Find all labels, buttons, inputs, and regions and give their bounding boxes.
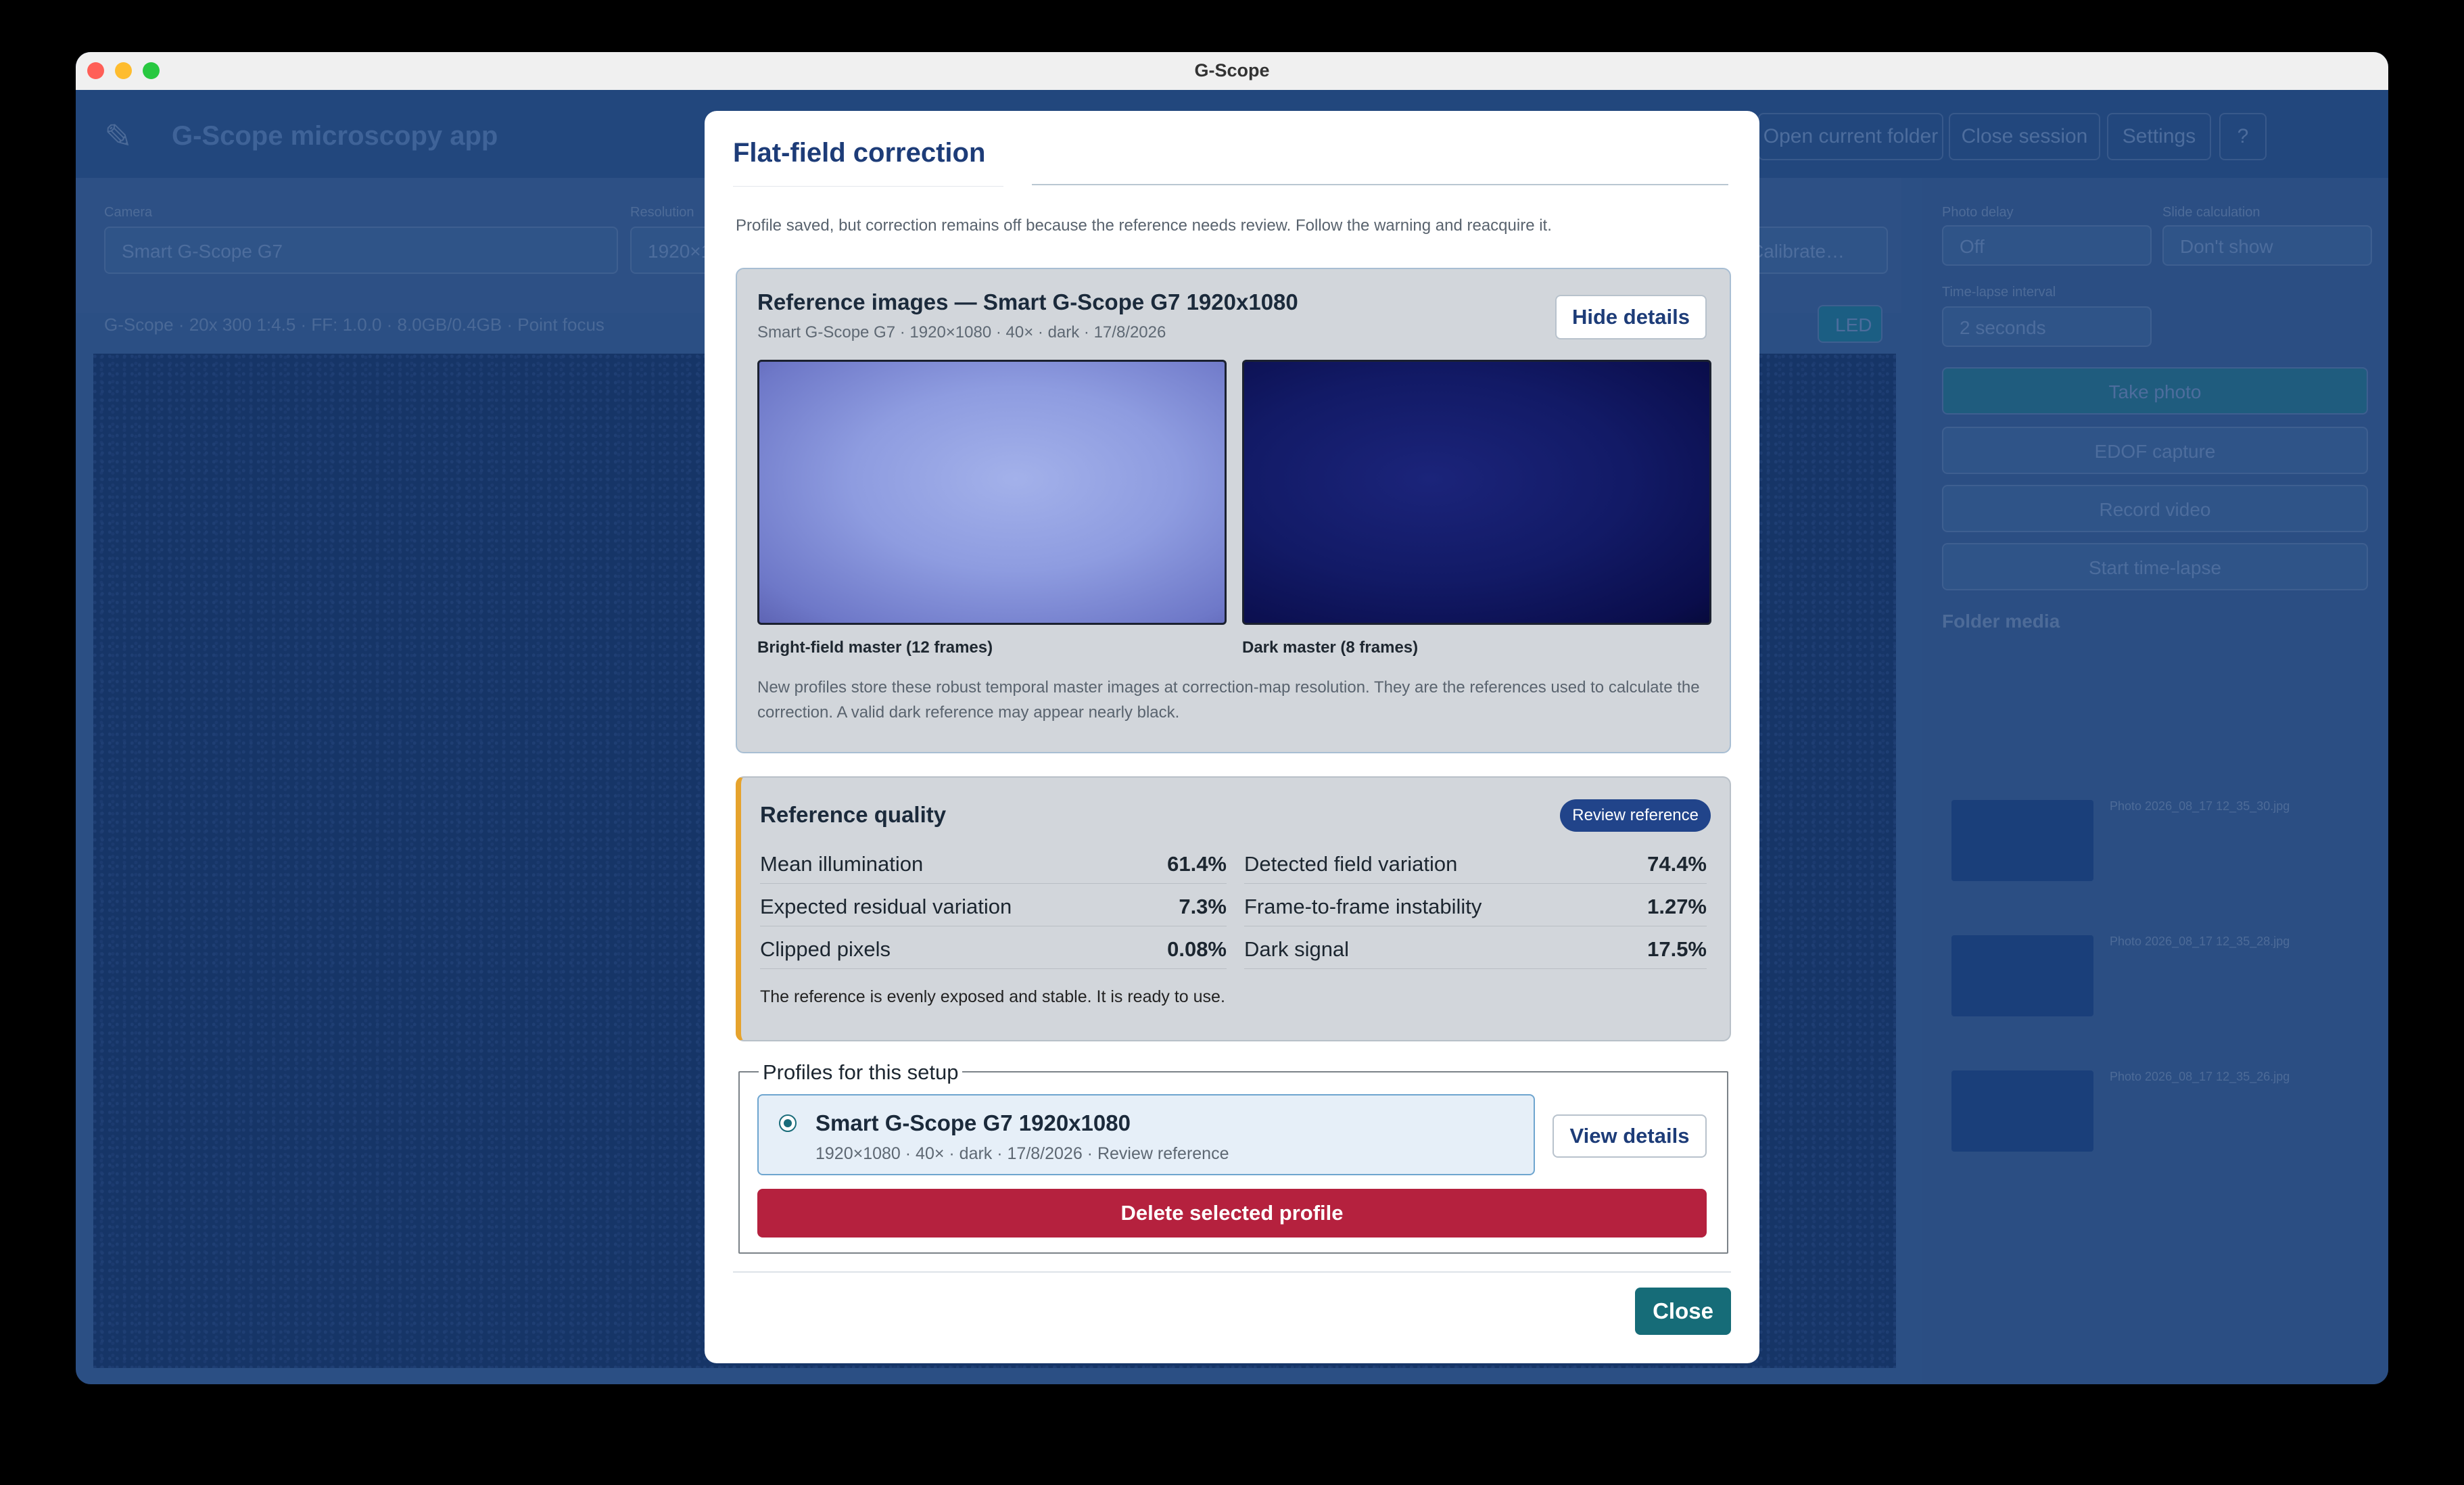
title-bar: G-Scope xyxy=(76,52,2388,91)
dialog-title: Flat-field correction xyxy=(733,138,986,168)
timelapse-button[interactable]: Start time-lapse xyxy=(1942,543,2368,590)
metric-value: 0.08% xyxy=(1167,937,1227,961)
open-folder-button[interactable]: Open current folder xyxy=(1758,113,1943,160)
bright-field-master-image xyxy=(757,360,1227,625)
dark-master-image xyxy=(1242,360,1711,625)
quality-note: The reference is evenly exposed and stab… xyxy=(760,987,1225,1006)
metric-frame-instability: Frame-to-frame instability 1.27% xyxy=(1244,884,1707,926)
profiles-legend: Profiles for this setup xyxy=(759,1060,963,1085)
metric-mean-illumination: Mean illumination 61.4% xyxy=(760,841,1227,884)
dark-master-caption: Dark master (8 frames) xyxy=(1242,638,1419,657)
metric-value: 61.4% xyxy=(1167,852,1227,876)
media-item-name: Photo 2026_08_17 12_35_26.jpg xyxy=(2110,1070,2290,1083)
led-toggle[interactable]: LED xyxy=(1818,305,1882,343)
photo-delay-label: Photo delay xyxy=(1942,205,2014,220)
flat-field-dialog: Flat-field correction Profile saved, but… xyxy=(705,111,1759,1363)
close-button[interactable]: Close xyxy=(1635,1288,1731,1335)
resolution-label: Resolution xyxy=(630,205,694,220)
microscope-icon: ✎ xyxy=(104,118,133,156)
take-photo-button[interactable]: Take photo xyxy=(1942,367,2368,415)
help-button[interactable]: ? xyxy=(2219,113,2267,160)
metric-label: Dark signal xyxy=(1244,937,1350,961)
interval-select[interactable]: 2 seconds xyxy=(1942,306,2152,347)
metric-label: Expected residual variation xyxy=(760,895,1012,918)
delete-profile-button[interactable]: Delete selected profile xyxy=(757,1189,1707,1238)
hide-details-button[interactable]: Hide details xyxy=(1555,295,1707,339)
media-item-name: Photo 2026_08_17 12_35_28.jpg xyxy=(2110,935,2290,948)
metric-clipped-pixels: Clipped pixels 0.08% xyxy=(760,926,1227,969)
quality-title: Reference quality xyxy=(760,802,947,827)
metric-detected-field-variation: Detected field variation 74.4% xyxy=(1244,841,1707,884)
reference-note: New profiles store these robust temporal… xyxy=(757,678,1700,722)
metric-label: Detected field variation xyxy=(1244,852,1458,876)
metric-expected-residual-variation: Expected residual variation 7.3% xyxy=(760,884,1227,926)
edof-button[interactable]: EDOF capture xyxy=(1942,427,2368,474)
slide-calc-label: Slide calculation xyxy=(2162,205,2260,220)
camera-label: Camera xyxy=(104,205,153,220)
settings-button[interactable]: Settings xyxy=(2107,113,2211,160)
reference-subtitle: Smart G-Scope G7 · 1920×1080 · 40× · dar… xyxy=(757,323,1166,341)
radio-selected-dot xyxy=(784,1119,792,1127)
metric-value: 17.5% xyxy=(1647,937,1707,961)
profile-details: 1920×1080 · 40× · dark · 17/8/2026 · Rev… xyxy=(815,1144,1229,1163)
status-message: Profile saved, but correction remains of… xyxy=(736,216,1552,235)
reference-title: Reference images — Smart G-Scope G7 1920… xyxy=(757,289,1298,314)
slide-calc-select[interactable]: Don't show xyxy=(2162,225,2372,266)
metric-dark-signal: Dark signal 17.5% xyxy=(1244,926,1707,969)
metric-label: Frame-to-frame instability xyxy=(1244,895,1482,918)
interval-label: Time-lapse interval xyxy=(1942,285,2056,300)
media-thumbnail[interactable] xyxy=(1951,935,2093,1016)
close-session-button[interactable]: Close session xyxy=(1949,113,2100,160)
reference-images-panel: Reference images — Smart G-Scope G7 1920… xyxy=(736,268,1731,753)
media-thumbnail[interactable] xyxy=(1951,1070,2093,1152)
status-line: G-Scope · 20x 300 1:4.5 · FF: 1.0.0 · 8.… xyxy=(104,314,605,335)
metric-label: Clipped pixels xyxy=(760,937,891,961)
profile-name: Smart G-Scope G7 1920x1080 xyxy=(815,1110,1131,1135)
photo-delay-select[interactable]: Off xyxy=(1942,225,2152,266)
view-details-button[interactable]: View details xyxy=(1553,1114,1707,1158)
metric-value: 1.27% xyxy=(1647,895,1707,918)
footer-divider xyxy=(733,1271,1731,1273)
review-reference-badge: Review reference xyxy=(1560,799,1711,832)
profile-option[interactable]: Smart G-Scope G7 1920x1080 1920×1080 · 4… xyxy=(757,1094,1535,1175)
profile-radio[interactable] xyxy=(779,1114,797,1132)
media-thumbnail[interactable] xyxy=(1951,800,2093,881)
record-video-button[interactable]: Record video xyxy=(1942,485,2368,532)
media-item-name: Photo 2026_08_17 12_35_30.jpg xyxy=(2110,799,2290,813)
sidebar: Photo delay Off Slide calculation Don't … xyxy=(1922,178,2388,1384)
reference-quality-panel: Reference quality Review reference Mean … xyxy=(736,776,1731,1041)
bright-field-caption: Bright-field master (12 frames) xyxy=(757,638,993,657)
title-divider xyxy=(733,186,1003,187)
app-title: G-Scope microscopy app xyxy=(172,121,498,151)
title-divider xyxy=(1032,184,1728,185)
camera-select[interactable]: Smart G-Scope G7 xyxy=(104,227,618,274)
metric-value: 74.4% xyxy=(1647,852,1707,876)
folder-media-heading: Folder media xyxy=(1942,611,2060,632)
window-title: G-Scope xyxy=(1194,60,1270,80)
metric-value: 7.3% xyxy=(1179,895,1227,918)
metric-label: Mean illumination xyxy=(760,852,924,876)
